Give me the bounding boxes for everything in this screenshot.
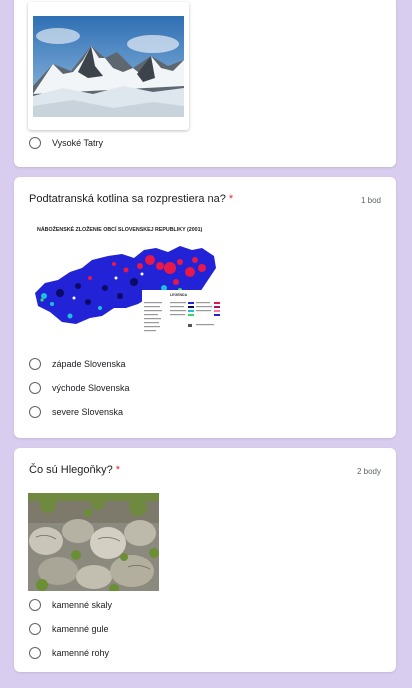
option-label: kamenné gule — [52, 624, 109, 634]
option-label: kamenné skaly — [52, 600, 113, 610]
question-image-mountains — [28, 2, 189, 130]
question-points: 1 bod — [360, 196, 381, 205]
option-zapade-slovenska[interactable]: západe Slovenska — [29, 358, 126, 370]
option-vysoke-tatry[interactable]: Vysoké Tatry — [29, 137, 103, 149]
question-points: 2 body — [356, 467, 381, 476]
option-label: Vysoké Tatry — [52, 138, 104, 148]
question-title: Čo sú Hlegoňky? * — [29, 464, 121, 476]
option-severe-slovenska[interactable]: severe Slovenska — [29, 406, 123, 418]
option-kamenne-rohy[interactable]: kamenné rohy — [29, 647, 109, 659]
radio-button[interactable] — [29, 623, 41, 635]
question-card-1: Vysoké Tatry — [14, 0, 396, 167]
radio-button[interactable] — [29, 647, 41, 659]
legend-title: LEGENDA — [170, 293, 188, 297]
map-legend: LEGENDA — [142, 290, 224, 352]
radio-button[interactable] — [29, 137, 41, 149]
question-title: Podtatranská kotlina sa rozprestiera na?… — [29, 193, 234, 205]
option-kamenne-skaly[interactable]: kamenné skaly — [29, 599, 112, 611]
required-mark: * — [228, 193, 234, 205]
option-vychode-slovenska[interactable]: východe Slovenska — [29, 382, 130, 394]
option-label: kamenné rohy — [52, 648, 110, 658]
option-label: východe Slovenska — [52, 383, 130, 393]
question-image-rocks — [28, 493, 159, 591]
question-card-3: Čo sú Hlegoňky? * 2 body kamenné skaly k… — [14, 448, 396, 672]
radio-button[interactable] — [29, 406, 41, 418]
option-label: západe Slovenska — [52, 359, 126, 369]
question-image-religion-map: NÁBOŽENSKÉ ZLOŽENIE OBCÍ SLOVENSKEJ REPU… — [28, 220, 244, 354]
map-title: NÁBOŽENSKÉ ZLOŽENIE OBCÍ SLOVENSKEJ REPU… — [37, 227, 203, 233]
radio-button[interactable] — [29, 358, 41, 370]
option-label: severe Slovenska — [52, 407, 124, 417]
option-kamenne-gule[interactable]: kamenné gule — [29, 623, 109, 635]
question-card-2: Podtatranská kotlina sa rozprestiera na?… — [14, 177, 396, 438]
radio-button[interactable] — [29, 382, 41, 394]
required-mark: * — [115, 464, 121, 476]
radio-button[interactable] — [29, 599, 41, 611]
